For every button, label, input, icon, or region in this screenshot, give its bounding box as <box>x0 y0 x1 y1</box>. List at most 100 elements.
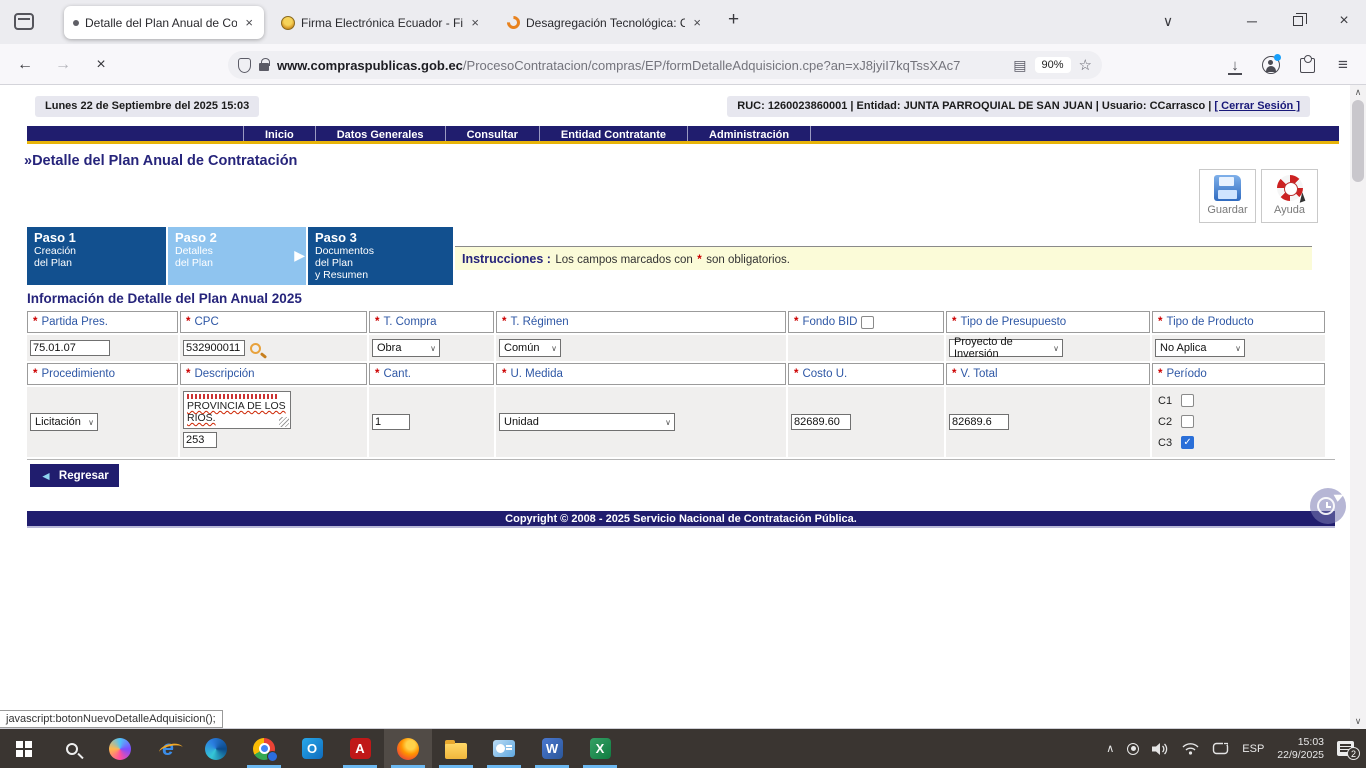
help-button[interactable]: Ayuda <box>1261 169 1318 223</box>
descripcion-textarea[interactable]: PROVINCIA DE LOS RIOS. <box>183 391 291 429</box>
descripcion-extra-input[interactable] <box>183 432 217 448</box>
extensions-puzzle-icon[interactable] <box>1294 53 1320 77</box>
notifications-icon[interactable]: 2 <box>1337 741 1354 756</box>
header-label: Descripción <box>194 368 254 380</box>
nav-item-datos-generales[interactable]: Datos Generales <box>316 126 446 141</box>
stop-loading-button[interactable]: × <box>88 52 114 78</box>
downloads-icon[interactable]: ↓ <box>1222 53 1248 77</box>
taskbar-firefox-button-active[interactable] <box>384 729 432 768</box>
floating-clock-widget[interactable] <box>1310 488 1346 524</box>
taskbar-internet-explorer-button[interactable]: e <box>144 729 192 768</box>
url-text[interactable]: www.compraspublicas.gob.ec/ProcesoContra… <box>277 58 1005 73</box>
tray-date: 22/9/2025 <box>1277 749 1324 761</box>
footer-bar: Copyright © 2008 - 2025 Servicio Naciona… <box>27 511 1335 528</box>
nav-item-administracion[interactable]: Administración <box>688 126 811 141</box>
tab-close-icon[interactable]: × <box>691 15 703 30</box>
cell-tcompra: Obra∨ <box>369 335 494 361</box>
required-asterisk: * <box>697 254 701 266</box>
step-3-box[interactable]: Paso 3 Documentos del Plan y Resumen <box>308 227 453 285</box>
hamburger-menu-icon[interactable]: ≡ <box>1330 53 1356 77</box>
window-close-button[interactable]: × <box>1322 4 1366 38</box>
tray-clock[interactable]: 15:0322/9/2025 <box>1277 736 1324 762</box>
tregimen-select[interactable]: Común∨ <box>499 339 561 357</box>
tproducto-select[interactable]: No Aplica∨ <box>1155 339 1245 357</box>
valor-total-input[interactable] <box>949 414 1009 430</box>
url-domain: www.compraspublicas.gob.ec <box>277 58 463 73</box>
fondo-bid-checkbox[interactable] <box>861 316 874 329</box>
tab-firma-electronica[interactable]: Firma Electrónica Ecuador - Firm × <box>272 6 490 39</box>
taskbar-chrome-button[interactable] <box>240 729 288 768</box>
zoom-level-chip[interactable]: 90% <box>1035 57 1071 73</box>
help-lifebuoy-icon <box>1277 175 1303 201</box>
window-minimize-button[interactable]: ─ <box>1230 4 1274 38</box>
cpc-input[interactable] <box>183 340 245 356</box>
regresar-button[interactable]: ◄ Regresar <box>30 464 119 487</box>
save-button[interactable]: Guardar <box>1199 169 1256 223</box>
header-label: Cant. <box>383 368 411 380</box>
address-bar[interactable]: www.compraspublicas.gob.ec/ProcesoContra… <box>228 51 1102 79</box>
cant-input[interactable] <box>372 414 410 430</box>
taskbar-edge-button[interactable] <box>192 729 240 768</box>
scrollbar-thumb[interactable] <box>1352 100 1364 182</box>
scroll-up-icon[interactable]: ∧ <box>1350 87 1366 98</box>
firefox-view-icon[interactable] <box>14 13 34 30</box>
tcompra-select[interactable]: Obra∨ <box>372 339 440 357</box>
step-name: Paso 2 <box>175 230 299 245</box>
page-scrollbar[interactable]: ∧ ∨ <box>1350 85 1366 729</box>
cpc-search-magnifier-icon[interactable] <box>250 343 261 354</box>
c2-checkbox[interactable] <box>1181 415 1194 428</box>
status-link-tooltip: javascript:botonNuevoDetalleAdquisicion(… <box>0 710 223 728</box>
reader-mode-icon[interactable]: ▤ <box>1013 57 1026 74</box>
tab-desagregacion[interactable]: Desagregación Tecnológica: Cál × <box>498 6 712 39</box>
puzzle-glyph <box>1300 58 1315 73</box>
record-dot-icon[interactable] <box>1127 743 1139 755</box>
costo-unitario-input[interactable] <box>791 414 851 430</box>
taskbar-copilot-button[interactable] <box>96 729 144 768</box>
nav-item-consultar[interactable]: Consultar <box>446 126 540 141</box>
header-partida: *Partida Pres. <box>27 311 178 333</box>
forward-button[interactable]: → <box>50 52 76 78</box>
hidden-icons-chevron-icon[interactable]: ∧ <box>1106 742 1114 755</box>
tab-close-icon[interactable]: × <box>243 15 255 30</box>
c1-checkbox[interactable] <box>1181 394 1194 407</box>
speaker-icon[interactable] <box>1152 742 1169 756</box>
taskbar-file-explorer-button[interactable] <box>432 729 480 768</box>
taskbar-outlook-button[interactable]: O <box>288 729 336 768</box>
taskbar-excel-button[interactable]: X <box>576 729 624 768</box>
nav-item-entidad-contratante[interactable]: Entidad Contratante <box>540 126 688 141</box>
partida-input[interactable] <box>30 340 110 356</box>
step-line: Detalles <box>175 245 299 257</box>
display-connect-icon[interactable] <box>1212 742 1229 755</box>
account-icon[interactable] <box>1258 53 1284 77</box>
tpresupuesto-select[interactable]: Proyecto de Inversión∨ <box>949 339 1063 357</box>
tracking-shield-icon[interactable] <box>238 58 251 73</box>
c3-checkbox-checked[interactable]: ✓ <box>1181 436 1194 449</box>
umedida-select[interactable]: Unidad∨ <box>499 413 675 431</box>
start-button[interactable] <box>0 729 48 768</box>
taskbar-word-button[interactable]: W <box>528 729 576 768</box>
step-line: del Plan <box>34 257 159 269</box>
logout-link[interactable]: [ Cerrar Sesión ] <box>1214 100 1300 112</box>
required-asterisk: * <box>952 368 956 380</box>
required-asterisk: * <box>952 316 956 328</box>
back-button[interactable]: ← <box>12 52 38 78</box>
wifi-icon[interactable] <box>1182 742 1199 755</box>
window-restore-button[interactable] <box>1276 4 1320 38</box>
tab-close-icon[interactable]: × <box>469 15 481 30</box>
descripcion-text: PROVINCIA DE LOS RIOS. <box>187 400 286 424</box>
tab-detalle-plan[interactable]: Detalle del Plan Anual de Contr × <box>64 6 264 39</box>
taskbar-search-button[interactable] <box>48 729 96 768</box>
language-indicator[interactable]: ESP <box>1242 743 1264 755</box>
taskbar-report-app-button[interactable] <box>480 729 528 768</box>
list-all-tabs-icon[interactable]: ∨ <box>1146 4 1190 38</box>
new-tab-button[interactable]: + <box>728 9 739 31</box>
step-1-box[interactable]: Paso 1 Creación del Plan <box>27 227 166 285</box>
step-2-box-active[interactable]: Paso 2 Detalles del Plan ▶ <box>168 227 306 285</box>
procedimiento-select[interactable]: Licitación∨ <box>30 413 98 431</box>
bookmark-star-icon[interactable]: ☆ <box>1079 56 1092 74</box>
textarea-resize-handle-icon[interactable] <box>279 417 289 427</box>
nav-item-inicio[interactable]: Inicio <box>243 126 316 141</box>
lock-icon[interactable] <box>259 63 269 71</box>
scroll-down-icon[interactable]: ∨ <box>1350 716 1366 727</box>
taskbar-acrobat-button[interactable]: A <box>336 729 384 768</box>
